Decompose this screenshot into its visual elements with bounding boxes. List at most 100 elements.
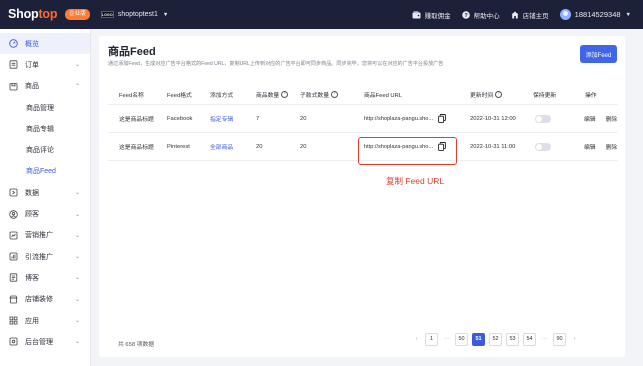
page-button[interactable]: 54 — [523, 332, 536, 346]
sidebar-item-marketing[interactable]: 营销推广 ⌄ — [0, 225, 90, 246]
chevron-down-icon: ⌄ — [74, 62, 80, 69]
settings-icon — [9, 337, 18, 346]
sidebar-item-blog[interactable]: 博客 ⌄ — [0, 267, 90, 288]
current-page-button[interactable]: 51 — [472, 332, 485, 346]
chevron-down-icon: ⌄ — [74, 254, 80, 261]
add-method-link[interactable]: 全部商品 — [210, 133, 233, 160]
help-icon[interactable]: ? — [495, 91, 503, 98]
table-header: Feed名称 Feed格式 添加方式 商品数量? 子款式数量? 商品Feed U… — [108, 85, 618, 105]
logo-text-shop: Shop — [8, 7, 39, 21]
keep-updated-cell — [535, 133, 551, 160]
keep-updated-toggle[interactable] — [535, 142, 551, 151]
feed-card: 商品Feed 通过添加Feed，生成对应广告平台格式的Feed URL，复制UR… — [99, 36, 625, 357]
page-button[interactable]: 50 — [455, 332, 468, 346]
page-title: 商品Feed — [108, 46, 156, 58]
help-icon[interactable]: ? — [281, 91, 289, 98]
keep-updated-toggle[interactable] — [535, 114, 551, 123]
next-page-button[interactable]: › — [570, 333, 579, 346]
chevron-down-icon: ⌄ — [74, 318, 80, 324]
sidebar-item-traffic[interactable]: 引流推广 ⌄ — [0, 246, 90, 267]
chevron-down-icon: ⌄ — [74, 275, 80, 282]
user-menu[interactable]: 18814529348 ▼ — [559, 9, 631, 20]
sidebar-item-label: 应用 — [25, 317, 39, 325]
sidebar-subitem-product-collections[interactable]: 商品专辑 — [0, 118, 90, 139]
delete-link[interactable]: 删除 — [606, 142, 618, 151]
add-feed-button[interactable]: 添加Feed — [580, 45, 617, 63]
sidebar-item-label: 营销推广 — [25, 232, 53, 240]
apps-icon — [9, 316, 18, 325]
edit-link[interactable]: 编辑 — [584, 142, 596, 151]
sidebar-item-customers[interactable]: 顾客 ⌄ — [0, 203, 90, 224]
caret-down-icon: ▼ — [625, 11, 631, 18]
store-switcher[interactable]: LOGO shoptoptest1 ▼ — [100, 11, 168, 18]
prev-page-button[interactable]: ‹ — [412, 333, 421, 346]
row-actions: 编辑 删除 — [584, 133, 617, 160]
sidebar-item-admin[interactable]: 后台管理 ⌄ — [0, 331, 90, 352]
column-header-label: 更新时间 — [470, 93, 494, 99]
sidebar: 概览 订单 ⌄ 商品 ⌃ 商品管理 商品专辑 商品评论 商品Feed 数据 ⌄ — [0, 29, 91, 366]
sidebar-item-data[interactable]: 数据 ⌄ — [0, 182, 90, 203]
chevron-down-icon: ⌄ — [74, 211, 80, 218]
plan-badge: 企业版 — [65, 9, 90, 20]
page-button[interactable]: 53 — [506, 332, 519, 346]
brand-logo[interactable]: Shoptop — [8, 0, 57, 29]
sidebar-item-apps[interactable]: 应用 ⌄ — [0, 310, 90, 331]
help-center-link[interactable]: ? 帮助中心 — [461, 10, 500, 20]
feed-name: 这是商品标题 — [119, 145, 154, 151]
order-icon — [9, 60, 18, 70]
column-header-variant-count: 子款式数量? — [300, 85, 338, 104]
page-button[interactable]: 52 — [489, 332, 502, 346]
blog-icon — [9, 273, 18, 283]
sidebar-item-label: 后台管理 — [25, 338, 53, 346]
copy-icon[interactable] — [438, 114, 446, 123]
page-button[interactable]: 1 — [425, 332, 438, 346]
sidebar-subitem-product-reviews[interactable]: 商品评论 — [0, 139, 90, 160]
url-highlight-box — [358, 137, 457, 165]
delete-link[interactable]: 删除 — [606, 114, 618, 123]
store-home-link[interactable]: 店铺主页 — [511, 10, 549, 20]
theme-icon — [9, 295, 18, 304]
column-header-feed-name: Feed名称 — [119, 93, 144, 99]
variant-count: 20 — [300, 115, 307, 122]
page-ellipsis[interactable]: ··· — [540, 333, 549, 346]
feed-format: Facebook — [167, 115, 193, 122]
sidebar-item-products[interactable]: 商品 ⌃ — [0, 76, 90, 97]
top-right-actions: 赚取佣金 ? 帮助中心 店铺主页 18814529348 ▼ — [401, 0, 643, 29]
chevron-down-icon: ⌄ — [74, 232, 80, 239]
earn-commission-label: 赚取佣金 — [424, 12, 451, 20]
sidebar-subitem-product-management[interactable]: 商品管理 — [0, 97, 90, 118]
page-description: 通过添加Feed，生成对应广告平台格式的Feed URL，复制URL上传到对应的… — [108, 61, 444, 67]
help-icon[interactable]: ? — [331, 91, 338, 98]
store-name: shoptoptest1 — [117, 11, 158, 18]
add-method-link[interactable]: 指定专辑 — [210, 105, 233, 132]
page-button[interactable]: 90 — [553, 332, 566, 346]
updated-time: 2022-10-31 12:00 — [470, 115, 516, 122]
sidebar-subitem-product-feed[interactable]: 商品Feed — [0, 161, 90, 182]
sidebar-item-label: 引流推广 — [25, 253, 53, 261]
chevron-down-icon: ⌄ — [74, 339, 80, 346]
sidebar-item-label: 概览 — [25, 40, 39, 48]
sidebar-item-label: 商品专辑 — [26, 125, 54, 133]
copy-url-annotation: 复制 Feed URL — [386, 176, 445, 186]
earn-commission-link[interactable]: 赚取佣金 — [412, 10, 451, 20]
product-icon — [9, 82, 18, 91]
sidebar-item-theme[interactable]: 店铺装修 ⌄ — [0, 289, 90, 310]
data-icon — [9, 188, 18, 197]
top-bar: Shoptop 企业版 LOGO shoptoptest1 ▼ 赚取佣金 ? 帮… — [0, 0, 643, 29]
sidebar-item-orders[interactable]: 订单 ⌄ — [0, 54, 90, 75]
page-ellipsis[interactable]: ··· — [442, 333, 451, 346]
column-header-label: 子款式数量 — [300, 93, 329, 99]
edit-link[interactable]: 编辑 — [584, 114, 596, 123]
marketing-icon — [9, 231, 18, 240]
total-count: 共 658 项数据 — [118, 342, 155, 348]
avatar — [559, 9, 571, 20]
user-phone: 18814529348 — [574, 10, 621, 19]
sidebar-item-overview[interactable]: 概览 — [0, 33, 90, 55]
sidebar-item-label: 数据 — [25, 189, 39, 197]
keep-updated-cell — [535, 105, 551, 132]
wallet-icon — [412, 10, 421, 19]
sidebar-item-label: 商品评论 — [26, 147, 54, 155]
feed-url: http://shoplaza-pangu.sho... — [364, 115, 434, 122]
product-count: 20 — [256, 143, 263, 150]
product-count: 7 — [256, 115, 260, 122]
